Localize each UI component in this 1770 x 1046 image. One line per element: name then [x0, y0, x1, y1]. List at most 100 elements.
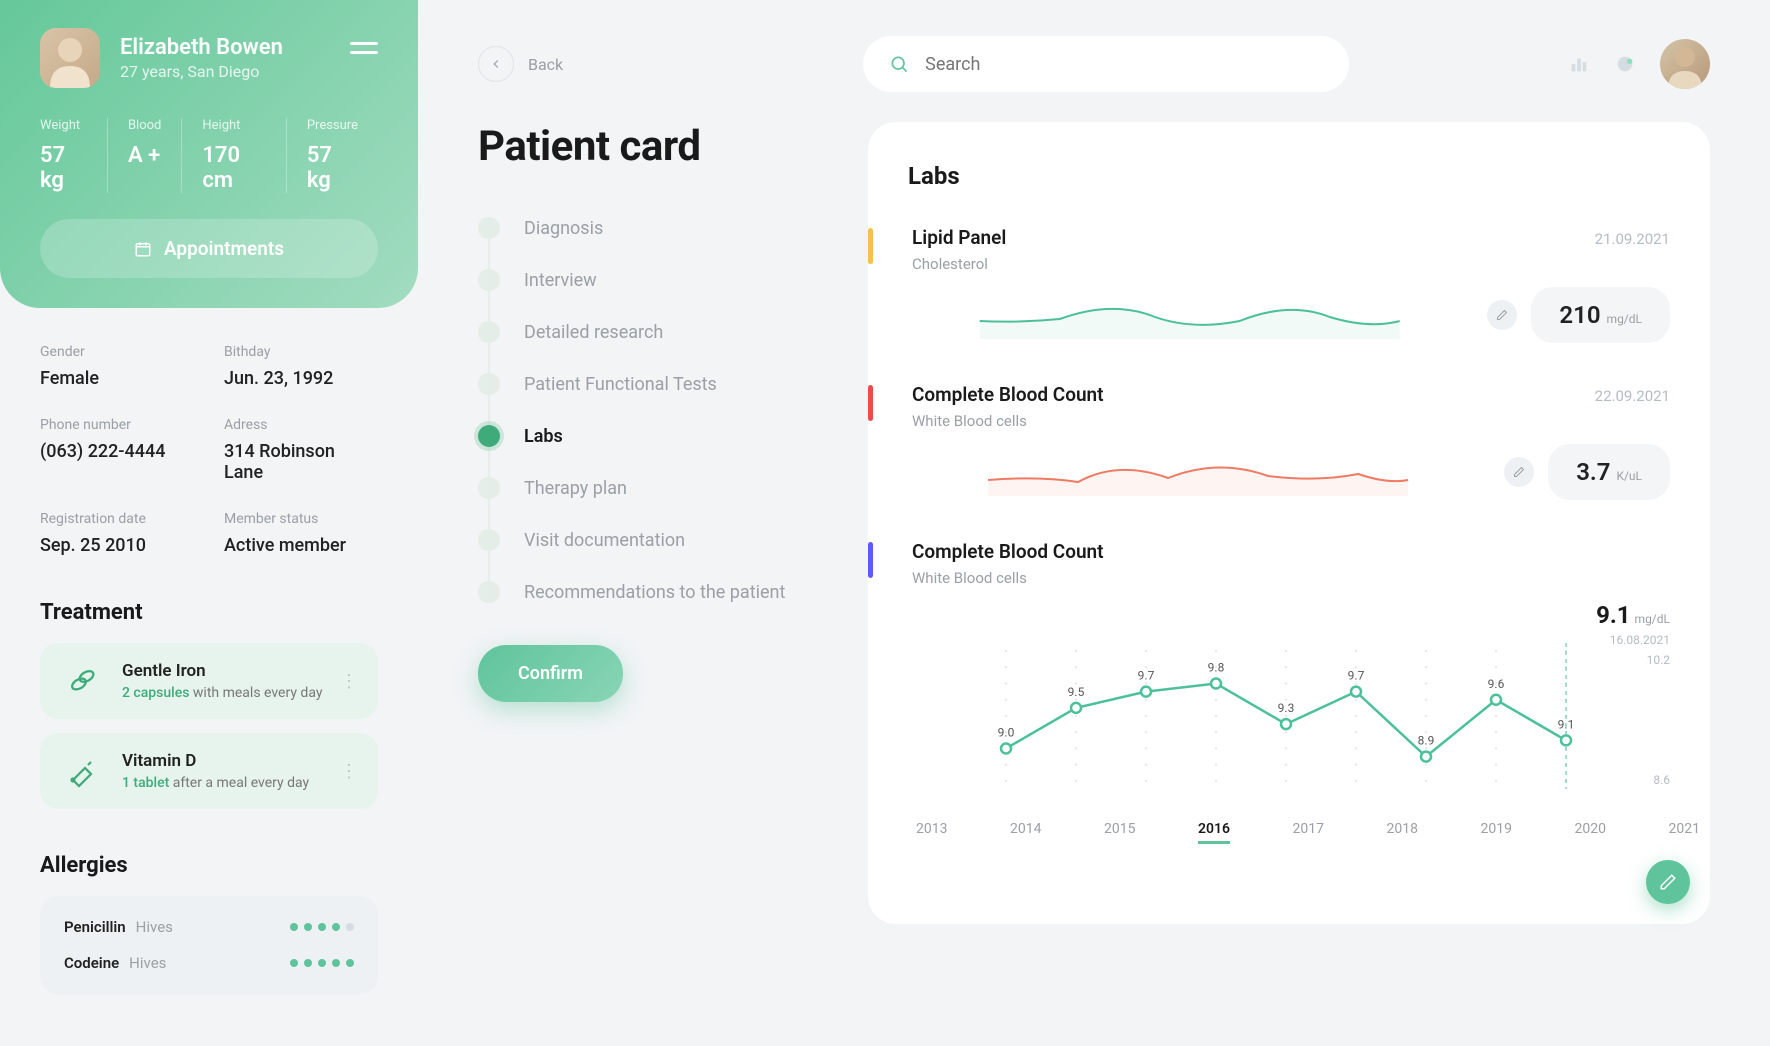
chart-current-value: 9.1 mg/dL 16.08.2021 — [1596, 601, 1670, 647]
treatment-item[interactable]: Vitamin D 1 tablet after a meal every day… — [40, 733, 378, 809]
detail-value: Active member — [224, 535, 378, 556]
vital-value: 57 kg — [40, 143, 87, 193]
vital-item: Pressure57 kg — [287, 118, 378, 193]
chart-year[interactable]: 2013 — [916, 821, 947, 844]
chart-point-label: 9.0 — [998, 726, 1015, 740]
allergy-row: PenicillinHives — [64, 918, 354, 936]
pill-icon — [62, 661, 102, 701]
step-item[interactable]: Detailed research — [478, 321, 828, 343]
lab-color-bar — [868, 542, 873, 578]
lab-subtitle: Cholesterol — [912, 255, 1700, 273]
lab-subtitle: White Blood cells — [912, 412, 1700, 430]
vital-item: Height170 cm — [182, 118, 286, 193]
step-item[interactable]: Patient Functional Tests — [478, 373, 828, 395]
treatment-item[interactable]: Gentle Iron2 capsules with meals every d… — [40, 643, 378, 719]
detail-item: Adress314 Robinson Lane — [224, 417, 378, 483]
chart-year[interactable]: 2014 — [1010, 821, 1041, 844]
treatment-desc: 2 capsules with meals every day — [122, 685, 322, 701]
back-label: Back — [528, 55, 563, 74]
labs-panel: Labs Lipid Panel21.09.2021 Cholesterol 2… — [868, 122, 1710, 924]
edit-button[interactable] — [1504, 457, 1534, 487]
lab-name: Complete Blood Count — [912, 383, 1104, 406]
cloud-icon[interactable] — [1614, 53, 1636, 75]
vital-value: A + — [128, 143, 161, 168]
step-label: Labs — [524, 426, 563, 447]
chart-year[interactable]: 2015 — [1104, 821, 1135, 844]
chart-year[interactable]: 2020 — [1575, 821, 1606, 844]
step-item[interactable]: Recommendations to the patient — [478, 581, 828, 603]
step-dot — [478, 477, 500, 499]
lab-item[interactable]: Lipid Panel21.09.2021 Cholesterol 210mg/… — [908, 226, 1700, 343]
severity-dots — [290, 923, 354, 931]
patient-meta: 27 years, San Diego — [120, 62, 283, 81]
allergy-reaction: Hives — [136, 918, 173, 936]
allergies-title: Allergies — [40, 853, 378, 878]
lab-subtitle: White Blood cells — [912, 569, 1700, 587]
patient-summary-card: Elizabeth Bowen 27 years, San Diego Weig… — [0, 0, 418, 308]
step-label: Diagnosis — [524, 218, 603, 239]
detail-label: Adress — [224, 417, 378, 433]
lab-item[interactable]: Complete Blood Count 22.09.2021 White Blo… — [908, 383, 1700, 500]
search-icon — [889, 54, 909, 74]
vital-label: Weight — [40, 118, 87, 133]
step-label: Patient Functional Tests — [524, 374, 717, 395]
step-item[interactable]: Therapy plan — [478, 477, 828, 499]
detail-label: Phone number — [40, 417, 194, 433]
chart-year[interactable]: 2021 — [1669, 821, 1700, 844]
step-item[interactable]: Visit documentation — [478, 529, 828, 551]
chart-year[interactable]: 2019 — [1481, 821, 1512, 844]
treatment-desc: 1 tablet after a meal every day — [122, 775, 309, 791]
detail-value: (063) 222-4444 — [40, 441, 194, 462]
bar-chart-icon[interactable] — [1568, 53, 1590, 75]
user-avatar[interactable] — [1660, 39, 1710, 89]
step-label: Recommendations to the patient — [524, 582, 785, 603]
back-button[interactable]: Back — [478, 46, 563, 82]
step-item[interactable]: Diagnosis — [478, 217, 828, 239]
page-title: Patient card — [478, 122, 828, 171]
chart-year[interactable]: 2018 — [1387, 821, 1418, 844]
chart-point-label: 9.7 — [1138, 669, 1155, 683]
step-item[interactable]: Interview — [478, 269, 828, 291]
chart-point-label: 8.9 — [1418, 734, 1435, 748]
allergy-row: CodeineHives — [64, 954, 354, 972]
step-label: Detailed research — [524, 322, 663, 343]
chart-point-label: 9.7 — [1348, 669, 1365, 683]
labs-title: Labs — [908, 162, 1700, 190]
lab-value-pill: 210mg/dL — [1531, 287, 1670, 343]
pencil-icon — [1496, 309, 1508, 321]
step-label: Visit documentation — [524, 530, 685, 551]
detail-label: Registration date — [40, 511, 194, 527]
detail-label: Member status — [224, 511, 378, 527]
patient-avatar — [40, 28, 100, 88]
severity-dots — [290, 959, 354, 967]
vital-label: Blood — [128, 118, 161, 133]
edit-fab[interactable] — [1646, 860, 1690, 904]
allergy-reaction: Hives — [129, 954, 166, 972]
pencil-icon — [1513, 466, 1525, 478]
step-dot — [478, 425, 500, 447]
confirm-button[interactable]: Confirm — [478, 645, 623, 702]
pill-icon — [62, 751, 102, 791]
step-dot — [478, 581, 500, 603]
vital-label: Pressure — [307, 118, 358, 133]
detail-label: Bithday — [224, 344, 378, 360]
hamburger-icon[interactable] — [350, 36, 378, 60]
appointments-label: Appointments — [164, 237, 284, 260]
treatment-name: Vitamin D — [122, 751, 309, 771]
more-icon[interactable]: ⋮ — [340, 671, 360, 692]
chart-year[interactable]: 2017 — [1293, 821, 1324, 844]
more-icon[interactable]: ⋮ — [340, 761, 360, 782]
chart-point-label: 9.5 — [1068, 685, 1085, 699]
chart-year[interactable]: 2016 — [1198, 821, 1230, 844]
lab-value-pill: 3.7K/uL — [1548, 444, 1670, 500]
edit-button[interactable] — [1487, 300, 1517, 330]
step-item[interactable]: Labs — [478, 425, 828, 447]
chart-current-date: 16.08.2021 — [1596, 633, 1670, 647]
lab-line-chart: 9.09.59.79.89.39.78.99.69.1 — [912, 601, 1700, 801]
appointments-button[interactable]: Appointments — [40, 219, 378, 278]
search-input[interactable] — [925, 54, 1323, 75]
search-bar[interactable] — [863, 36, 1349, 92]
lab-date: 22.09.2021 — [1595, 387, 1670, 405]
vital-item: Blood A + — [108, 118, 182, 193]
chart-point-label: 9.1 — [1558, 717, 1575, 731]
